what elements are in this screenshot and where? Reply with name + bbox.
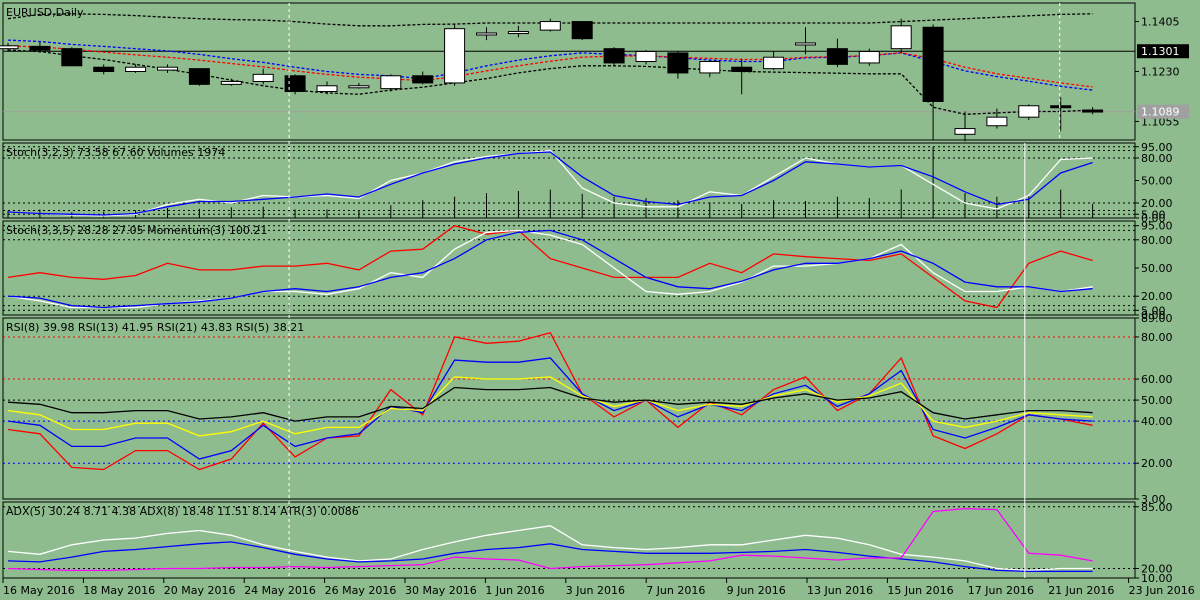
panel-1-title: Stoch(3,2,3) 73.58 67.60 Volumes 1974 <box>6 146 225 159</box>
candle-body <box>188 68 210 85</box>
panel-2-tick-label: 95.00 <box>1141 220 1173 233</box>
bid-price-label: 1.1089 <box>1141 106 1180 119</box>
candle-body <box>954 128 976 135</box>
candle-body <box>412 75 434 84</box>
candle-body <box>699 61 721 74</box>
panel-3-tick-label: 89.00 <box>1141 312 1173 325</box>
panel-0-tick-label: 1.1230 <box>1141 66 1180 79</box>
date-tick-label: 18 May 2016 <box>83 584 155 597</box>
chart-canvas: EURUSD,Daily1.14051.12301.10551.13011.10… <box>0 0 1200 600</box>
panel-3-tick-label: 50.00 <box>1141 394 1173 407</box>
panel-2-tick-label: 50.00 <box>1141 262 1173 275</box>
candle-body <box>93 66 115 72</box>
panel-2-tick-label: 20.00 <box>1141 290 1173 303</box>
candle-body <box>826 48 848 65</box>
candle-body <box>667 52 689 74</box>
panel-2-title: Stoch(3,3,5) 28.28 27.05 Momentum(3) 100… <box>6 224 267 237</box>
candle-body <box>1082 109 1104 113</box>
panel-4-tick-label: 85.00 <box>1141 501 1173 514</box>
candle-body <box>252 73 274 82</box>
panel-3-title: RSI(8) 39.98 RSI(13) 41.95 RSI(21) 43.83… <box>6 321 304 334</box>
candle-body <box>890 25 912 50</box>
date-tick-label: 3 Jun 2016 <box>566 584 625 597</box>
candle-body <box>603 48 625 64</box>
candle-body <box>125 66 147 72</box>
date-tick-label: 17 Jun 2016 <box>968 584 1034 597</box>
candle-body <box>61 48 83 67</box>
candle-body <box>444 28 466 84</box>
candle-body <box>0 45 19 50</box>
candle-body <box>922 26 944 102</box>
panel-4-title: ADX(5) 30.24 8.71 4.38 ADX(8) 18.48 11.5… <box>6 505 359 518</box>
candle-body <box>284 75 306 92</box>
date-tick-label: 16 May 2016 <box>3 584 75 597</box>
candle-body <box>858 51 880 64</box>
candle-body <box>220 80 242 85</box>
panel-0-title: EURUSD,Daily <box>6 6 84 19</box>
date-tick-label: 7 Jun 2016 <box>646 584 705 597</box>
candle-body <box>348 85 370 89</box>
candle-body <box>157 66 178 71</box>
candle-body <box>1050 105 1072 109</box>
candle-body <box>986 116 1008 127</box>
date-tick-label: 21 Jun 2016 <box>1048 584 1114 597</box>
panel-3-tick-label: 60.00 <box>1141 373 1173 386</box>
candle-body <box>539 21 561 31</box>
date-tick-label: 20 May 2016 <box>164 584 236 597</box>
candle-body <box>731 66 753 72</box>
candle-body <box>1018 105 1040 118</box>
candle-body <box>476 32 497 36</box>
date-tick-label: 15 Jun 2016 <box>887 584 953 597</box>
candle-body <box>29 45 51 51</box>
date-tick-label: 13 Jun 2016 <box>807 584 873 597</box>
date-tick-label: 9 Jun 2016 <box>727 584 786 597</box>
candle-body <box>571 21 593 40</box>
candle-body <box>795 42 816 46</box>
panel-0-tick-label: 1.1405 <box>1141 16 1180 29</box>
candle-body <box>380 75 402 90</box>
candle-body <box>635 51 657 63</box>
panel-3-tick-label: 20.00 <box>1141 457 1173 470</box>
candle-body <box>316 85 338 92</box>
date-tick-label: 30 May 2016 <box>405 584 477 597</box>
date-tick-label: 23 Jun 2016 <box>1129 584 1195 597</box>
date-tick-label: 26 May 2016 <box>325 584 397 597</box>
panel-1-tick-label: 80.00 <box>1141 152 1173 165</box>
date-tick-label: 1 Jun 2016 <box>485 584 544 597</box>
candle-body <box>507 31 529 35</box>
candle-body <box>763 56 785 70</box>
panel-2-tick-label: 80.00 <box>1141 234 1173 247</box>
panel-3-tick-label: 80.00 <box>1141 331 1173 344</box>
current-price-label: 1.1301 <box>1141 45 1180 58</box>
panel-3-tick-label: 40.00 <box>1141 415 1173 428</box>
panel-1-tick-label: 50.00 <box>1141 175 1173 188</box>
date-tick-label: 24 May 2016 <box>244 584 316 597</box>
